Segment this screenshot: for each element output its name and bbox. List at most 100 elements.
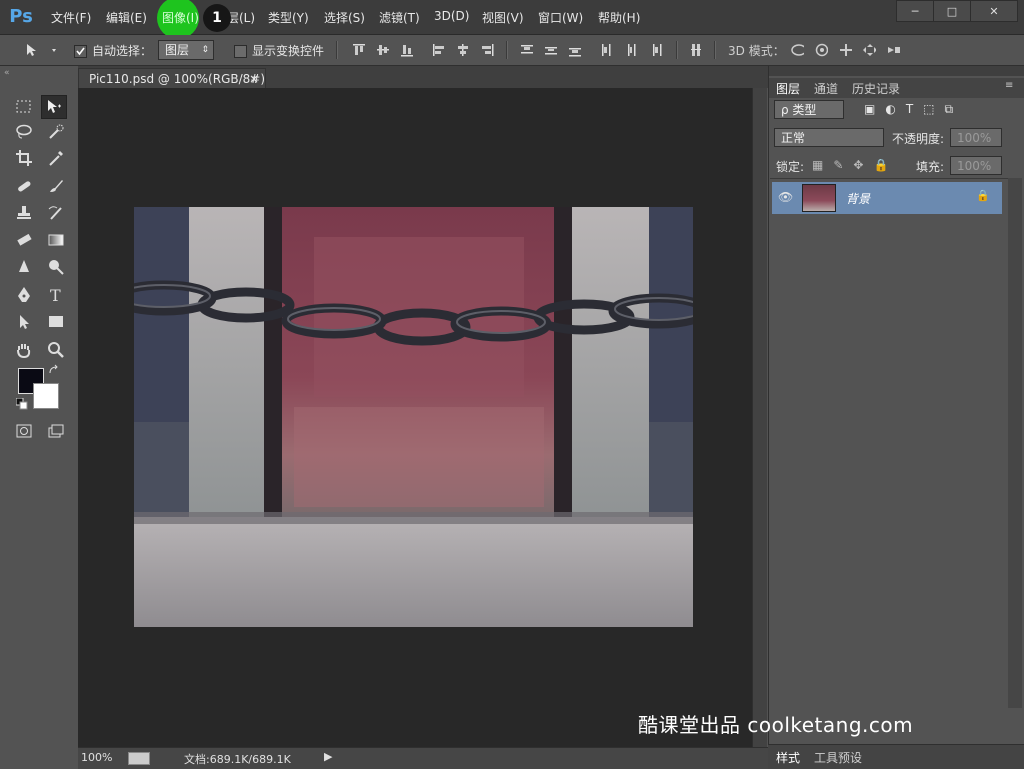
zoom-level[interactable]: 100%	[81, 751, 112, 764]
3d-rotate-icon[interactable]	[790, 43, 808, 57]
pen-tool-icon[interactable]	[12, 284, 36, 306]
filter-pixel-icon[interactable]: ▣	[864, 102, 875, 118]
lock-transparent-icon[interactable]: ▦	[812, 158, 823, 172]
menu-edit[interactable]: 编辑(E)	[106, 9, 147, 26]
menu-view[interactable]: 视图(V)	[482, 9, 524, 26]
type-tool-icon[interactable]: T	[44, 284, 68, 306]
fill-input[interactable]: 100%	[950, 156, 1002, 175]
distribute-top-icon[interactable]	[520, 43, 534, 57]
maximize-button[interactable]: □	[933, 0, 971, 22]
document-title: Pic110.psd @ 100%(RGB/8#)	[89, 72, 266, 86]
lock-position-icon[interactable]: ✥	[853, 158, 863, 172]
gradient-tool-icon[interactable]	[44, 229, 68, 251]
auto-select-checkbox[interactable]	[74, 45, 87, 58]
eyedropper-tool-icon[interactable]	[44, 147, 68, 169]
tab-styles[interactable]: 样式	[776, 749, 800, 766]
auto-select-target-dropdown[interactable]: 图层 ⇕	[158, 40, 214, 60]
tab-close-icon[interactable]: ×	[249, 69, 259, 89]
document-image[interactable]	[134, 207, 693, 627]
hand-tool-icon[interactable]	[12, 339, 36, 361]
eraser-tool-icon[interactable]	[12, 229, 36, 251]
minimize-button[interactable]: ─	[896, 0, 934, 22]
panel-menu-icon[interactable]: ≡	[1005, 80, 1013, 91]
blend-mode-dropdown[interactable]: 正常	[774, 128, 884, 147]
3d-scale-icon[interactable]	[886, 43, 904, 57]
menu-filter[interactable]: 滤镜(T)	[379, 9, 420, 26]
auto-align-icon[interactable]	[690, 43, 704, 57]
lock-image-icon[interactable]: ✎	[833, 158, 843, 172]
status-menu-arrow-icon[interactable]: ▶	[324, 750, 332, 763]
auto-select-label: 自动选择：	[92, 44, 153, 58]
tool-preset-picker[interactable]	[24, 41, 60, 59]
quick-mask-icon[interactable]	[12, 420, 36, 442]
filter-adjust-icon[interactable]: ◐	[885, 102, 895, 118]
tab-layers[interactable]: 图层	[776, 80, 800, 97]
path-selection-tool-icon[interactable]	[12, 311, 36, 333]
distribute-right-icon[interactable]	[648, 43, 662, 57]
clone-stamp-tool-icon[interactable]	[12, 202, 36, 224]
dodge-tool-icon[interactable]	[44, 256, 68, 278]
filter-type-icon[interactable]: T	[906, 102, 913, 118]
blur-tool-icon[interactable]	[12, 256, 36, 278]
move-tool-icon[interactable]	[41, 95, 67, 119]
tab-channels[interactable]: 通道	[814, 80, 838, 97]
menu-select[interactable]: 选择(S)	[324, 9, 365, 26]
align-hcenter-icon[interactable]	[456, 43, 470, 57]
opacity-input[interactable]: 100%	[950, 128, 1002, 147]
3d-roll-icon[interactable]	[814, 43, 832, 57]
layers-scrollbar[interactable]	[1008, 178, 1022, 708]
distribute-left-icon[interactable]	[600, 43, 614, 57]
watermark: 酷课堂出品 coolketang.com	[638, 713, 914, 737]
brush-tool-icon[interactable]	[44, 175, 68, 197]
lock-icons: ▦ ✎ ✥ 🔒	[812, 158, 888, 172]
filter-smart-icon[interactable]: ⧉	[945, 102, 954, 118]
filter-shape-icon[interactable]: ⬚	[923, 102, 934, 118]
menu-help[interactable]: 帮助(H)	[598, 9, 640, 26]
vertical-scrollbar[interactable]	[752, 88, 767, 747]
layer-filter-dropdown[interactable]: ρ 类型	[774, 100, 844, 119]
menu-3d[interactable]: 3D(D)	[434, 9, 469, 23]
lasso-tool-icon[interactable]	[12, 121, 36, 143]
rectangle-tool-icon[interactable]	[44, 311, 68, 333]
show-transform-checkbox[interactable]	[234, 45, 247, 58]
crop-tool-icon[interactable]	[12, 147, 36, 169]
menu-bar: Ps 文件(F) 编辑(E) 图像(I) 图层(L) 1 类型(Y) 选择(S)…	[0, 0, 1024, 39]
lock-all-icon[interactable]: 🔒	[873, 158, 888, 172]
screen-mode-icon[interactable]	[44, 420, 68, 442]
collapse-arrows-icon[interactable]: «	[4, 68, 10, 78]
visibility-eye-icon[interactable]: 👁	[778, 190, 793, 204]
close-button[interactable]: ✕	[970, 0, 1018, 22]
tab-tool-presets[interactable]: 工具预设	[814, 749, 862, 766]
toolbox: «	[0, 66, 78, 768]
background-color-swatch[interactable]	[33, 383, 59, 409]
marquee-tool-icon[interactable]	[12, 96, 36, 118]
document-tab[interactable]: Pic110.psd @ 100%(RGB/8#) ×	[78, 68, 266, 88]
align-left-icon[interactable]	[432, 43, 446, 57]
align-right-icon[interactable]	[480, 43, 494, 57]
menu-image[interactable]: 图像(I)	[162, 9, 199, 26]
history-brush-tool-icon[interactable]	[44, 202, 68, 224]
zoom-tool-icon[interactable]	[44, 339, 68, 361]
healing-brush-tool-icon[interactable]	[12, 175, 36, 197]
distribute-vcenter-icon[interactable]	[544, 43, 558, 57]
document-size: 文档:689.1K/689.1K	[184, 753, 291, 766]
layer-name[interactable]: 背景	[846, 190, 870, 207]
menu-file[interactable]: 文件(F)	[51, 9, 91, 26]
menu-type[interactable]: 类型(Y)	[268, 9, 309, 26]
svg-text:T: T	[50, 286, 61, 304]
3d-pan-icon[interactable]	[838, 43, 856, 57]
distribute-hcenter-icon[interactable]	[624, 43, 638, 57]
quick-selection-tool-icon[interactable]	[44, 121, 68, 143]
align-top-icon[interactable]	[352, 43, 366, 57]
menu-window[interactable]: 窗口(W)	[538, 9, 583, 26]
3d-slide-icon[interactable]	[862, 43, 880, 57]
default-colors-icon[interactable]	[15, 397, 28, 410]
move-tool-icon	[27, 44, 56, 56]
tab-history[interactable]: 历史记录	[852, 80, 900, 97]
align-vcenter-icon[interactable]	[376, 43, 390, 57]
3d-mode-label: 3D 模式：	[728, 44, 785, 58]
swap-colors-icon[interactable]	[48, 364, 60, 376]
distribute-bottom-icon[interactable]	[568, 43, 582, 57]
align-bottom-icon[interactable]	[400, 43, 414, 57]
share-icon[interactable]	[128, 752, 150, 765]
